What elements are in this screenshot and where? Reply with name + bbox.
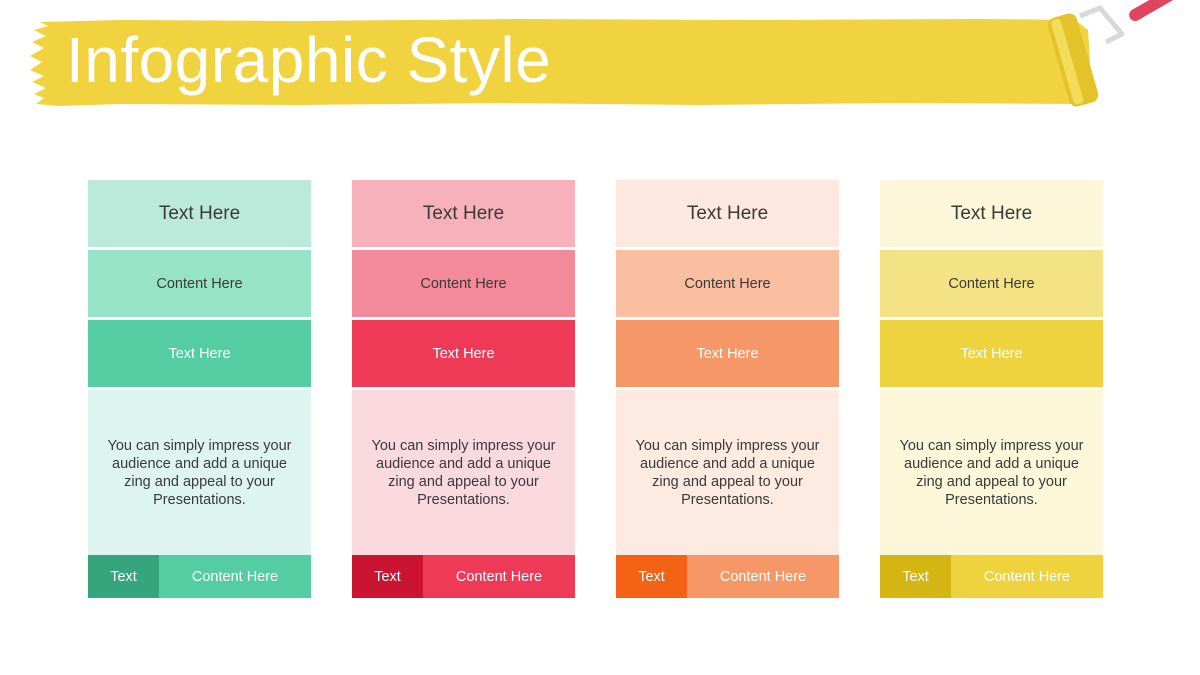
column-content: Content Here xyxy=(616,250,839,317)
column-body: You can simply impress your audience and… xyxy=(880,390,1103,555)
column-header: Text Here xyxy=(88,180,311,247)
column-text: Text Here xyxy=(616,320,839,387)
footer-label: Text xyxy=(88,555,159,598)
column-footer: Text Content Here xyxy=(352,555,575,598)
infographic-columns: Text Here Content Here Text Here You can… xyxy=(0,0,1200,675)
footer-label: Text xyxy=(880,555,951,598)
column-text: Text Here xyxy=(880,320,1103,387)
footer-content: Content Here xyxy=(687,555,839,598)
footer-content: Content Here xyxy=(951,555,1103,598)
column-header: Text Here xyxy=(352,180,575,247)
column-content: Content Here xyxy=(88,250,311,317)
footer-content: Content Here xyxy=(423,555,575,598)
column-footer: Text Content Here xyxy=(880,555,1103,598)
footer-content: Content Here xyxy=(159,555,311,598)
column-header: Text Here xyxy=(616,180,839,247)
column-text: Text Here xyxy=(352,320,575,387)
column-header: Text Here xyxy=(880,180,1103,247)
column-content: Content Here xyxy=(352,250,575,317)
footer-label: Text xyxy=(352,555,423,598)
column-4: Text Here Content Here Text Here You can… xyxy=(880,180,1103,598)
column-3: Text Here Content Here Text Here You can… xyxy=(616,180,839,598)
column-text: Text Here xyxy=(88,320,311,387)
column-2: Text Here Content Here Text Here You can… xyxy=(352,180,575,598)
column-body: You can simply impress your audience and… xyxy=(616,390,839,555)
column-content: Content Here xyxy=(880,250,1103,317)
column-footer: Text Content Here xyxy=(88,555,311,598)
column-footer: Text Content Here xyxy=(616,555,839,598)
column-body: You can simply impress your audience and… xyxy=(352,390,575,555)
footer-label: Text xyxy=(616,555,687,598)
column-1: Text Here Content Here Text Here You can… xyxy=(88,180,311,598)
column-body: You can simply impress your audience and… xyxy=(88,390,311,555)
